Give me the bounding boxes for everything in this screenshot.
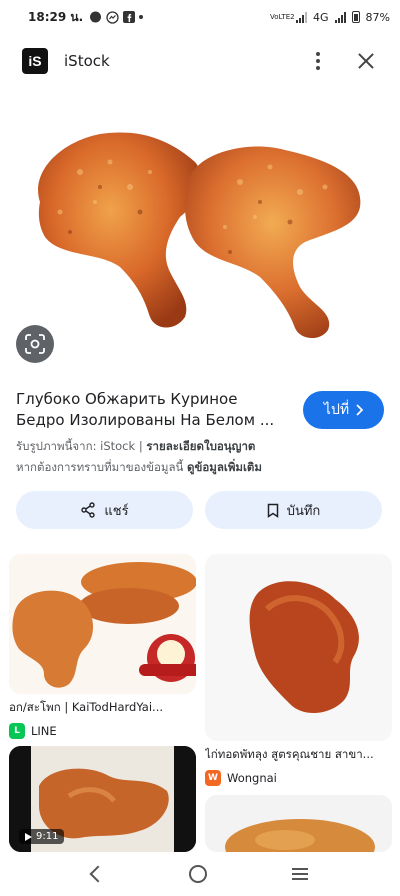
result-thumbnail[interactable] xyxy=(205,795,392,852)
more-options-icon[interactable] xyxy=(306,46,330,76)
save-button[interactable]: บันทึก xyxy=(205,491,382,529)
result-thumbnail[interactable] xyxy=(9,554,196,694)
lens-icon[interactable] xyxy=(16,325,54,363)
volte-label: VoLTE2 xyxy=(270,13,295,21)
result-source-name: LINE xyxy=(31,724,57,738)
result-card[interactable]: ไก่ทอดพัทลุง สูตรคุณชาย สาขา... W Wongna… xyxy=(205,554,392,786)
main-image[interactable] xyxy=(0,92,400,378)
home-icon[interactable] xyxy=(188,865,207,883)
status-bar: 18:29 น. VoLTE2 4G 87% xyxy=(0,0,400,34)
share-button[interactable]: แชร์ xyxy=(16,491,193,529)
fried-chicken-image xyxy=(38,132,361,339)
result-card-video[interactable]: 9:11 xyxy=(9,746,196,852)
fried-chicken-thumbnail xyxy=(205,795,392,852)
bookmark-icon xyxy=(267,503,278,518)
result-source[interactable]: L LINE xyxy=(9,723,196,739)
learn-more-link[interactable]: ดูข้อมูลเพิ่มเติม xyxy=(187,460,262,474)
status-time: 18:29 น. xyxy=(28,9,84,24)
back-icon[interactable] xyxy=(89,865,107,883)
status-right: VoLTE2 4G 87% xyxy=(270,11,390,24)
save-label: บันทึก xyxy=(286,503,321,519)
notification-icons xyxy=(89,10,144,24)
fried-wing-thumbnail xyxy=(205,554,392,741)
battery-level: 87% xyxy=(365,10,390,24)
notice-text: หากต้องการทราบที่มาของข้อมูลนี้ xyxy=(16,460,184,474)
share-label: แชร์ xyxy=(104,503,129,519)
result-thumbnail[interactable]: 9:11 xyxy=(9,746,196,852)
site-logo[interactable]: iS xyxy=(22,48,48,74)
close-icon[interactable] xyxy=(354,49,378,73)
facebook-icon xyxy=(123,11,136,23)
signal-icon-1 xyxy=(296,11,308,23)
video-duration: 9:11 xyxy=(36,831,59,842)
video-duration-badge: 9:11 xyxy=(19,829,65,844)
result-source-name: Wongnai xyxy=(227,771,277,785)
battery-icon xyxy=(351,11,360,23)
more-notifications-dot xyxy=(139,15,144,19)
result-source[interactable]: W Wongnai xyxy=(205,770,392,786)
result-thumbnail[interactable] xyxy=(205,554,392,741)
line-icon: L xyxy=(9,723,25,739)
source-prefix: รับรูปภาพนี้จาก: iStock xyxy=(16,439,136,453)
share-icon xyxy=(81,502,96,518)
action-row: แชร์ บันทึก xyxy=(16,491,382,529)
fried-chicken-thumbnail xyxy=(9,554,196,694)
network-label: 4G xyxy=(313,10,329,24)
result-caption[interactable]: ไก่ทอดพัทลุง สูตรคุณชาย สาขา... xyxy=(205,746,392,764)
result-card[interactable] xyxy=(205,795,392,852)
visit-button[interactable]: ไปที่ xyxy=(303,391,384,429)
play-icon xyxy=(25,832,32,841)
chevron-right-icon xyxy=(356,404,364,416)
system-nav-bar xyxy=(0,852,400,896)
result-caption[interactable]: อก/สะโพก | KaiTodHardYai... xyxy=(9,699,196,717)
chat-icon xyxy=(90,11,102,22)
viewer-header: iS iStock xyxy=(0,40,400,82)
wongnai-icon: W xyxy=(205,770,221,786)
image-source-info: รับรูปภาพนี้จาก: iStock | รายละเอียดใบอน… xyxy=(16,436,386,478)
image-title[interactable]: Глубоко Обжарить Куриное Бедро Изолирова… xyxy=(16,389,286,431)
site-name[interactable]: iStock xyxy=(64,52,110,70)
signal-icon-2 xyxy=(334,11,346,23)
recent-apps-icon[interactable] xyxy=(291,868,308,880)
visit-button-label: ไปที่ xyxy=(323,402,350,418)
license-link[interactable]: รายละเอียดใบอนุญาต xyxy=(146,439,255,453)
separator: | xyxy=(138,439,143,453)
result-card[interactable]: อก/สะโพก | KaiTodHardYai... L LINE xyxy=(9,554,196,739)
messenger-icon xyxy=(106,10,119,24)
